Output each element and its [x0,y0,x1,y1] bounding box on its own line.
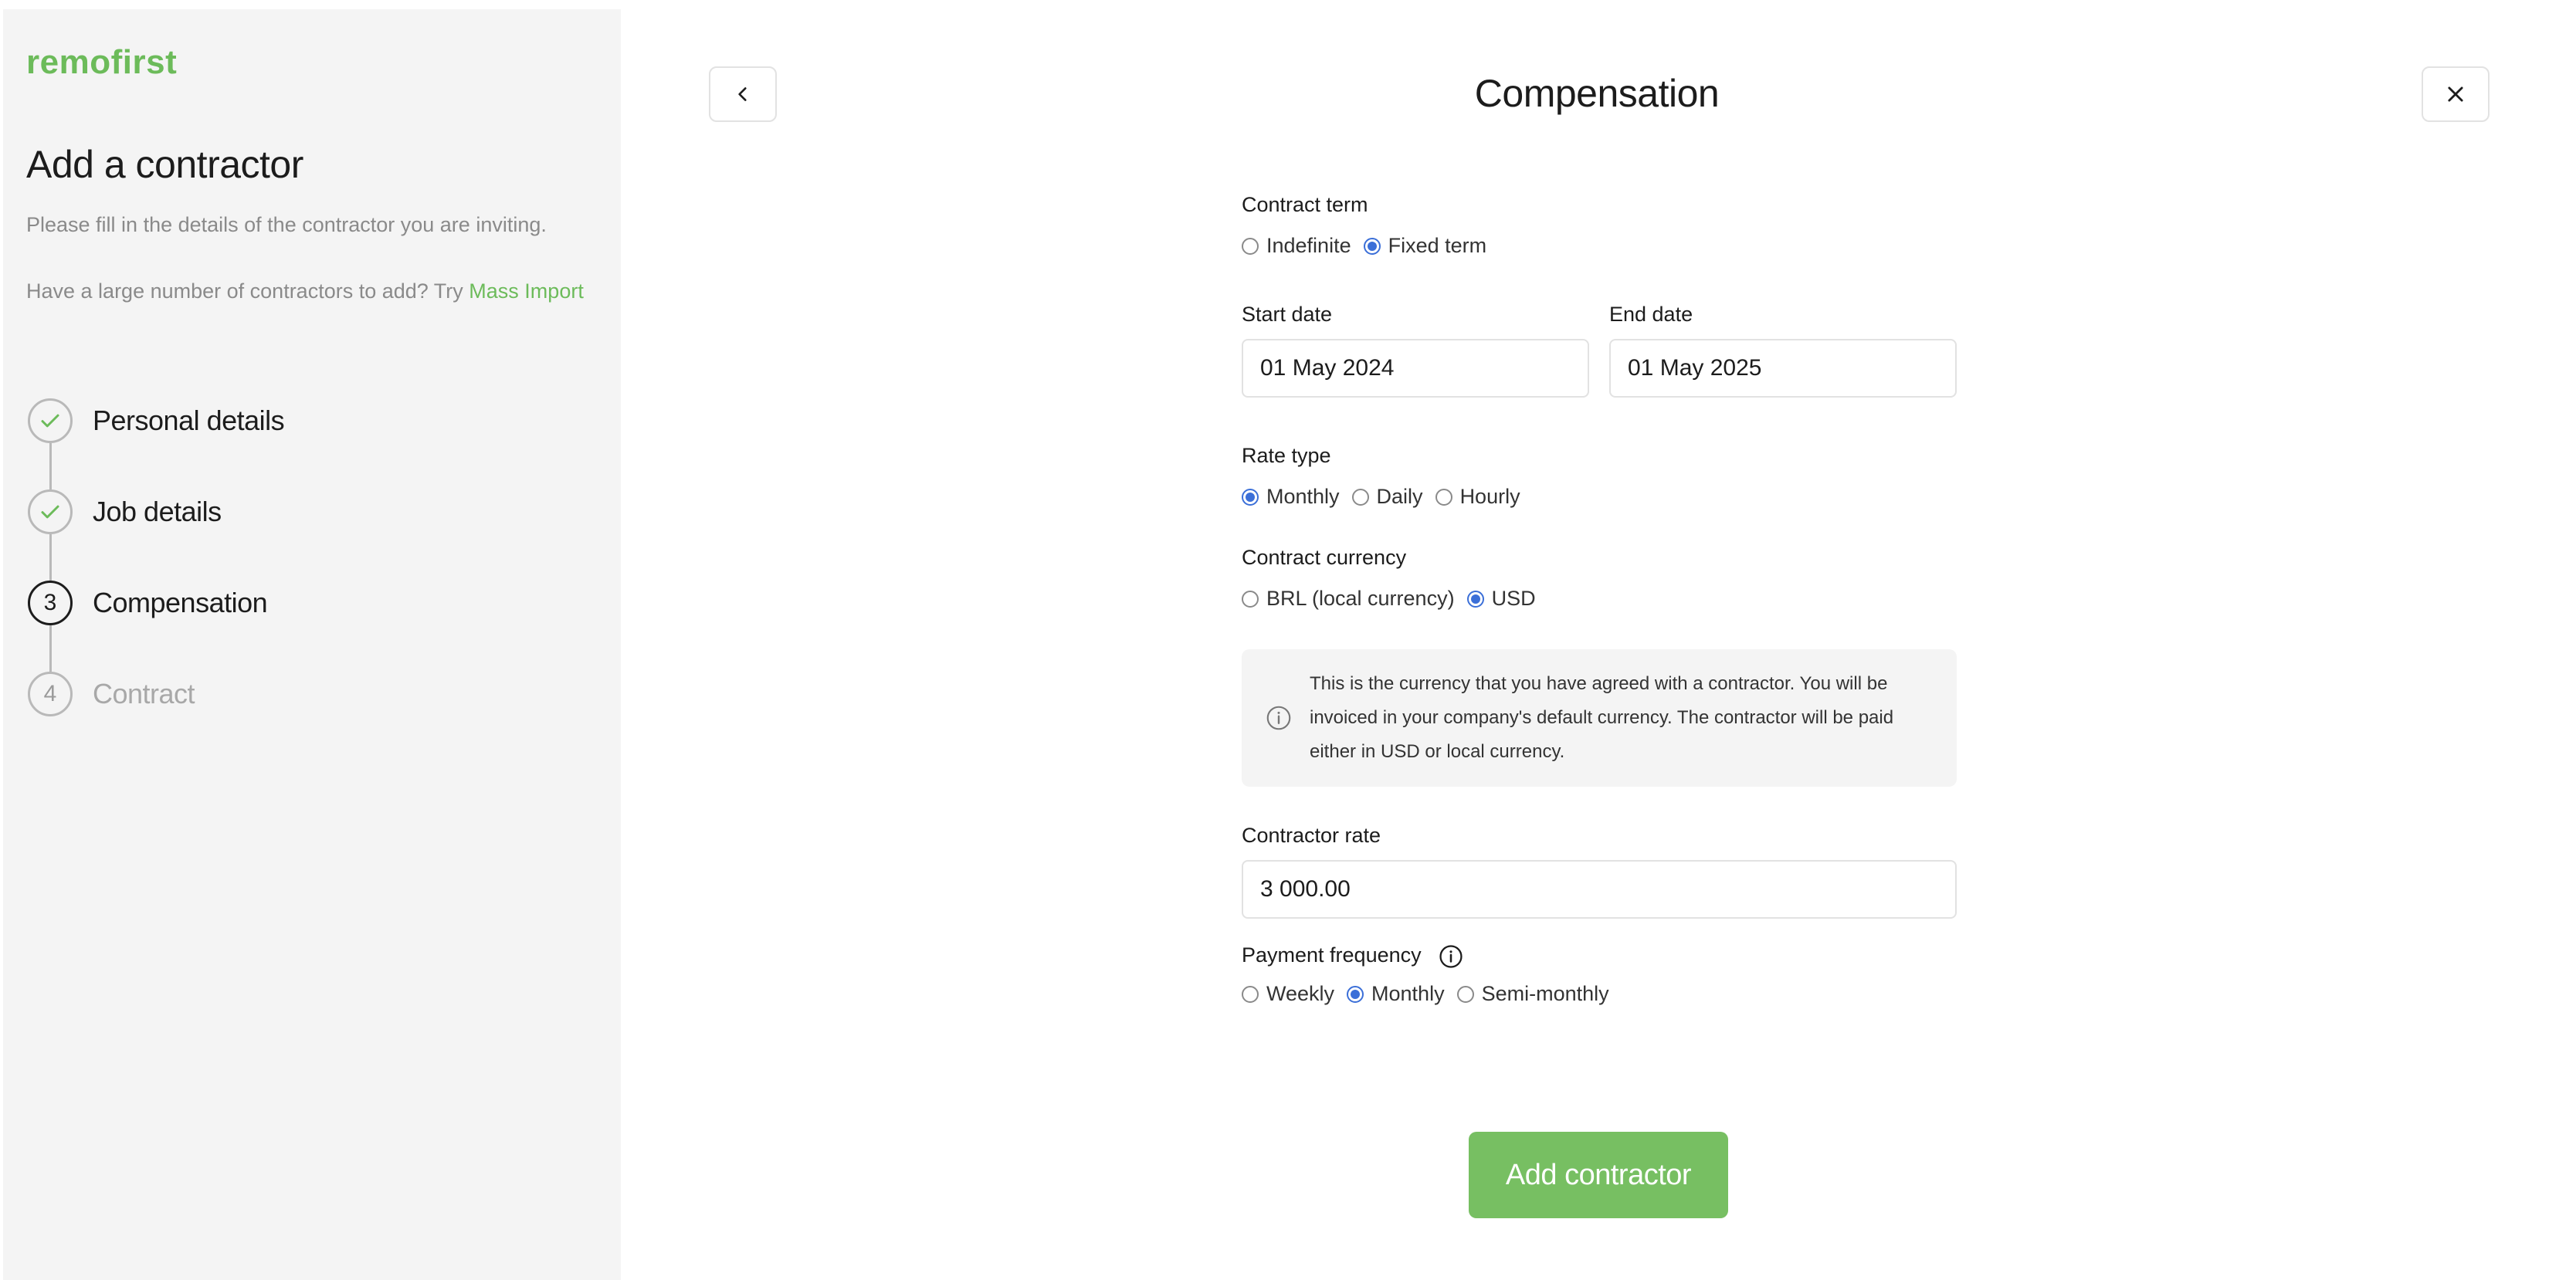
radio-label: Hourly [1459,485,1520,508]
rate-section: Contractor rate 3 000.00 [1242,824,1957,919]
step-label: Compensation [93,587,268,618]
step-job-details[interactable]: Job details [28,489,284,581]
start-date-input[interactable]: 01 May 2024 [1242,339,1589,398]
payment-frequency-text: Payment frequency [1242,943,1422,967]
step-label: Contract [93,678,195,709]
step-compensation[interactable]: 3 Compensation [28,581,284,672]
radio-monthly-frequency[interactable]: Monthly [1347,982,1445,1006]
sidebar-title: Add a contractor [26,143,303,186]
compensation-form: Contract term Indefinite Fixed term Star… [1242,193,1957,1006]
step-personal-details[interactable]: Personal details [28,398,285,489]
end-date-field: End date 01 May 2025 [1609,303,1957,398]
info-text: This is the currency that you have agree… [1310,673,1894,762]
contract-term-label: Contract term [1242,193,1368,216]
page-title: Compensation [1474,72,1720,115]
radio-semi-monthly[interactable]: Semi-monthly [1456,982,1609,1006]
radio-label: Semi-monthly [1481,982,1609,1005]
check-icon [28,489,73,534]
radio-monthly-rate[interactable]: Monthly [1242,485,1340,509]
radio-dot [1435,488,1452,506]
radio-fixed-term[interactable]: Fixed term [1363,234,1487,258]
mass-import-prompt: Have a large number of contractors to ad… [26,279,584,303]
radio-label: Daily [1376,485,1423,508]
mass-import-link[interactable]: Mass Import [469,279,584,303]
start-date-label: Start date [1242,303,1333,326]
step-connector [49,625,52,672]
radio-dot [1363,237,1381,255]
payment-frequency-section: Payment frequency Weekly Monthly Semi-mo… [1242,943,1957,1006]
contract-term-group: Indefinite Fixed term [1242,234,1957,258]
step-connector [49,534,52,581]
radio-label: BRL (local currency) [1266,587,1455,610]
radio-dot [1242,488,1259,506]
rate-type-group: Monthly Daily Hourly [1242,485,1957,509]
radio-label: Monthly [1371,982,1445,1005]
radio-weekly[interactable]: Weekly [1242,982,1334,1006]
logo: remofirst [26,43,178,81]
radio-dot [1466,590,1484,608]
back-button[interactable] [709,66,777,122]
currency-info-box: This is the currency that you have agree… [1242,649,1957,787]
radio-indefinite[interactable]: Indefinite [1242,234,1351,258]
sidebar: remofirst Add a contractor Please fill i… [3,9,621,1280]
radio-brl[interactable]: BRL (local currency) [1242,587,1455,611]
sidebar-description: Please fill in the details of the contra… [26,213,547,236]
info-icon [1266,706,1291,730]
radio-dot [1347,985,1364,1003]
info-icon[interactable] [1438,943,1464,970]
step-label: Job details [93,496,222,527]
payment-frequency-group: Weekly Monthly Semi-monthly [1242,982,1957,1006]
mass-import-text: Have a large number of contractors to ad… [26,279,469,303]
currency-label: Contract currency [1242,546,1407,569]
end-date-label: End date [1609,303,1693,326]
radio-hourly-rate[interactable]: Hourly [1435,485,1520,509]
radio-dot [1242,237,1259,255]
radio-label: Monthly [1266,485,1340,508]
radio-dot [1242,985,1259,1003]
currency-section: Contract currency BRL (local currency) U… [1242,546,1957,611]
radio-label: USD [1491,587,1536,610]
end-date-input[interactable]: 01 May 2025 [1609,339,1957,398]
radio-label: Weekly [1266,982,1335,1005]
chevron-left-icon [738,87,747,101]
contractor-rate-label: Contractor rate [1242,824,1381,847]
payment-frequency-label: Payment frequency [1242,943,1957,970]
close-icon [2448,86,2463,102]
start-date-field: Start date 01 May 2024 [1242,303,1589,398]
step-number: 3 [28,581,73,625]
step-label: Personal details [93,405,285,436]
radio-dot [1351,488,1369,506]
radio-usd[interactable]: USD [1466,587,1536,611]
radio-dot [1242,590,1259,608]
radio-dot [1456,985,1474,1003]
radio-label: Indefinite [1266,234,1351,257]
radio-label: Fixed term [1388,234,1487,257]
step-contract[interactable]: 4 Contract [28,672,284,763]
radio-daily-rate[interactable]: Daily [1351,485,1423,509]
contractor-rate-input[interactable]: 3 000.00 [1242,860,1957,919]
step-number: 4 [28,672,73,716]
step-connector [49,443,52,489]
stepper: Personal details Job details 3 Compensat… [28,398,285,763]
rate-type-section: Rate type Monthly Daily Hourly [1242,444,1957,509]
close-button[interactable] [2422,66,2490,122]
add-contractor-button[interactable]: Add contractor [1469,1132,1728,1218]
check-icon [28,398,73,443]
date-row: Start date 01 May 2024 End date 01 May 2… [1242,303,1957,398]
rate-type-label: Rate type [1242,444,1331,467]
currency-group: BRL (local currency) USD [1242,587,1957,611]
